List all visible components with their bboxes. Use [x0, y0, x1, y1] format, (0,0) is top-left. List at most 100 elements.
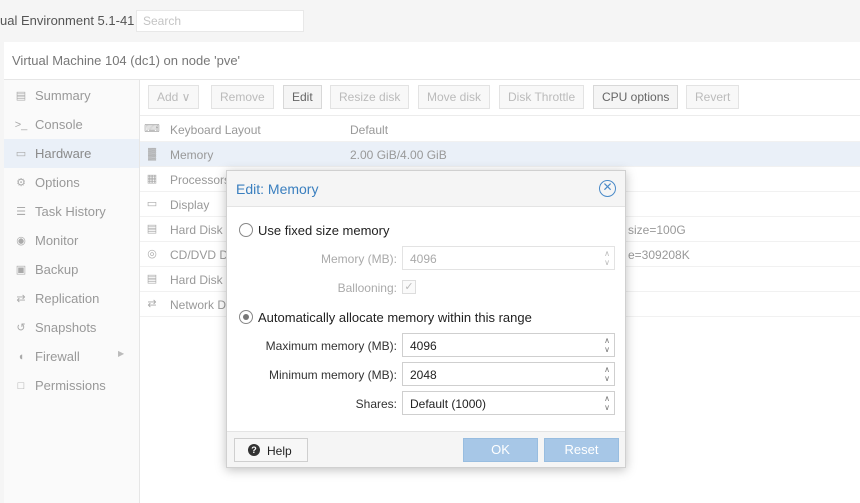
gear-icon: ⚙ [16, 177, 26, 189]
sidebar-item-label: Task History [35, 204, 106, 219]
sidebar-item-hardware[interactable]: ▭ Hardware [4, 139, 139, 168]
dialog-title: Edit: Memory [236, 181, 319, 197]
sidebar-item-permissions[interactable]: □ Permissions [4, 371, 139, 400]
cpu-icon: ▦ [146, 173, 158, 185]
edit-button[interactable]: Edit [283, 85, 322, 109]
spin-up-icon[interactable]: ∧ [604, 336, 610, 345]
sidebar-item-label: Summary [35, 88, 91, 103]
row-name: Processors [170, 173, 231, 187]
help-label: Help [267, 444, 292, 458]
auto-memory-radio[interactable] [239, 310, 253, 324]
reset-button[interactable]: Reset [544, 438, 619, 462]
list-icon: ☰ [16, 206, 26, 218]
app-title: ual Environment 5.1-41 [0, 13, 135, 28]
monitor-icon: ▭ [15, 148, 27, 160]
resize-disk-button[interactable]: Resize disk [330, 85, 410, 109]
disk-throttle-button[interactable]: Disk Throttle [499, 85, 585, 109]
sidebar-item-backup[interactable]: ▣ Backup [4, 255, 139, 284]
fixed-memory-radio[interactable] [239, 223, 253, 237]
add-button[interactable]: Add ∨ [148, 85, 200, 109]
edit-memory-dialog: Edit: Memory ✕ Use fixed size memory Mem… [226, 170, 626, 468]
spin-up-icon[interactable]: ∧ [604, 394, 610, 403]
memory-value: 4096 [410, 252, 437, 266]
fixed-memory-label: Use fixed size memory [258, 223, 390, 238]
sidebar-item-options[interactable]: ⚙ Options [4, 168, 139, 197]
sidebar-item-monitor[interactable]: ◉ Monitor [4, 226, 139, 255]
max-memory-value: 4096 [410, 339, 437, 353]
keyboard-icon: ⌨ [144, 123, 160, 135]
memory-icon: ▓ [147, 148, 157, 160]
cpu-options-button[interactable]: CPU options [593, 85, 679, 109]
expand-arrow-icon[interactable]: ▶ [118, 349, 124, 358]
sidebar-item-label: Replication [35, 291, 100, 306]
auto-memory-option[interactable]: Automatically allocate memory within thi… [239, 309, 569, 327]
min-memory-field[interactable]: 2048 ∧ ∨ [402, 362, 615, 386]
spin-up-icon[interactable]: ∧ [604, 249, 610, 258]
sidebar-item-console[interactable]: >_ Console [4, 110, 139, 139]
top-bar: ual Environment 5.1-41 Search [0, 0, 860, 42]
hdd-icon: ▤ [146, 223, 158, 235]
auto-memory-label: Automatically allocate memory within thi… [258, 310, 532, 325]
row-value: 2.00 GiB/4.00 GiB [350, 148, 447, 162]
spin-up-icon[interactable]: ∧ [604, 365, 610, 374]
desktop-icon: ▭ [146, 198, 158, 210]
ballooning-label: Ballooning: [337, 281, 397, 295]
help-button[interactable]: ? Help [234, 438, 308, 462]
revert-button[interactable]: Revert [686, 85, 740, 109]
spin-down-icon[interactable]: ∨ [604, 345, 610, 354]
spinner-icon[interactable]: ∧ ∨ [604, 249, 610, 267]
fixed-memory-option[interactable]: Use fixed size memory [239, 222, 439, 240]
row-name: Keyboard Layout [170, 123, 261, 137]
table-row[interactable]: ▓ Memory 2.00 GiB/4.00 GiB [140, 142, 860, 167]
search-input[interactable]: Search [136, 10, 304, 32]
ok-button[interactable]: OK [463, 438, 538, 462]
spin-down-icon[interactable]: ∨ [604, 258, 610, 267]
retweet-icon: ⇄ [16, 293, 26, 305]
shield-icon: ◖ [17, 351, 25, 363]
min-memory-label: Minimum memory (MB): [269, 368, 397, 382]
floppy-icon: ▣ [15, 264, 27, 276]
sidebar-item-label: Console [35, 117, 83, 132]
sidebar-item-label: Permissions [35, 378, 106, 393]
shares-field[interactable]: Default (1000) ∧ ∨ [402, 391, 615, 415]
memory-field[interactable]: 4096 ∧ ∨ [402, 246, 615, 270]
row-name: Display [170, 198, 210, 212]
max-memory-field[interactable]: 4096 ∧ ∨ [402, 333, 615, 357]
sidebar-item-label: Snapshots [35, 320, 97, 335]
sidebar-item-label: Firewall [35, 349, 80, 364]
cdrom-icon: ◎ [147, 248, 157, 260]
move-disk-button[interactable]: Move disk [418, 85, 491, 109]
sidebar-item-firewall[interactable]: ◖ Firewall ▶ [4, 342, 139, 371]
sidebar-item-snapshots[interactable]: ↺ Snapshots [4, 313, 139, 342]
question-icon: ? [248, 444, 260, 456]
unlock-icon: □ [17, 380, 25, 392]
spin-down-icon[interactable]: ∨ [604, 374, 610, 383]
shares-value: Default (1000) [410, 397, 487, 411]
spin-down-icon[interactable]: ∨ [604, 403, 610, 412]
sidebar-item-task-history[interactable]: ☰ Task History [4, 197, 139, 226]
row-name: Hard Disk [170, 273, 223, 287]
spinner-icon[interactable]: ∧ ∨ [604, 365, 610, 383]
row-name: Hard Disk [170, 223, 223, 237]
sidebar-item-replication[interactable]: ⇄ Replication [4, 284, 139, 313]
sidebar-item-summary[interactable]: ▤ Summary [4, 81, 139, 110]
remove-button[interactable]: Remove [211, 85, 274, 109]
row-name: Network D [170, 298, 227, 312]
sidebar-item-label: Options [35, 175, 80, 190]
dialog-header[interactable]: Edit: Memory ✕ [227, 171, 625, 207]
spinner-icon[interactable]: ∧ ∨ [604, 336, 610, 354]
sidebar-item-label: Backup [35, 262, 79, 277]
spinner-icon[interactable]: ∧ ∨ [604, 394, 610, 412]
table-row[interactable]: ⌨ Keyboard Layout Default [140, 117, 860, 142]
row-value: size=100G [628, 223, 686, 237]
sidebar-item-label: Monitor [35, 233, 79, 248]
hdd-icon: ▤ [146, 273, 158, 285]
panel-header: Virtual Machine 104 (dc1) on node 'pve' [4, 42, 860, 80]
ballooning-checkbox[interactable]: ✓ [402, 280, 416, 294]
history-icon: ↺ [16, 322, 26, 334]
eye-icon: ◉ [16, 235, 26, 247]
shares-label: Shares: [355, 397, 397, 411]
sidebar: ▤ Summary >_ Console ▭ Hardware ⚙ Option… [4, 80, 140, 503]
close-icon[interactable]: ✕ [599, 180, 616, 197]
network-icon: ⇄ [147, 298, 157, 310]
